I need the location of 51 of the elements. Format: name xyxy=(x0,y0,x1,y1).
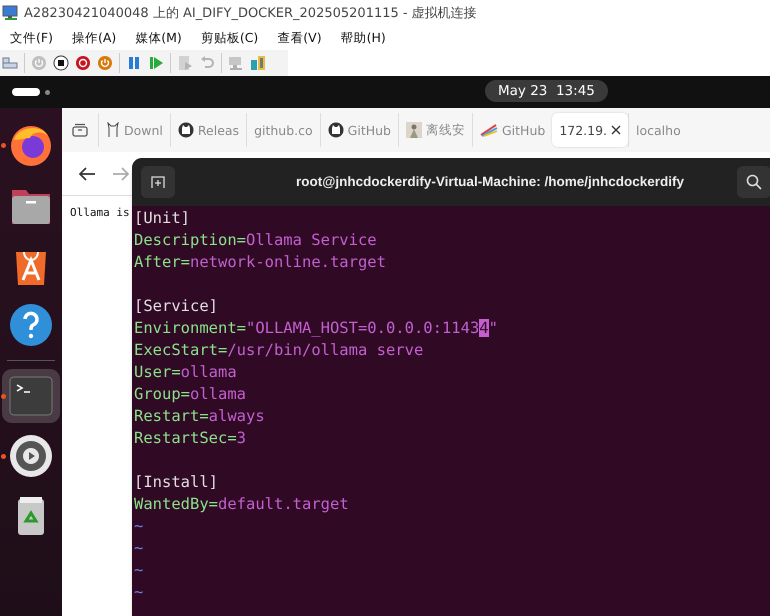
browser-tab[interactable]: 172.19. xyxy=(552,113,628,147)
close-icon[interactable] xyxy=(611,125,622,135)
keyboard-icon[interactable] xyxy=(2,55,18,71)
activities-indicator[interactable] xyxy=(10,86,52,98)
menu-item[interactable]: 文件(F) xyxy=(10,30,53,46)
cat-icon xyxy=(328,122,344,138)
section-header: [Install] xyxy=(134,473,218,491)
search-button[interactable] xyxy=(737,166,770,198)
config-line: Environment="OLLAMA_HOST=0.0.0.0:11434" xyxy=(134,319,498,337)
terminal-dock-button[interactable] xyxy=(2,369,60,423)
share-icon[interactable] xyxy=(250,55,266,71)
empty-line-marker: ~ xyxy=(134,583,144,601)
terminal-title: root@jnhcdockerdify-Virtual-Machine: /home/jnhcdockerdify xyxy=(296,174,684,189)
config-line: Restart=always xyxy=(134,407,265,425)
config-line: WantedBy=default.target xyxy=(134,495,349,513)
figure-icon xyxy=(406,122,422,138)
empty-line-marker: ~ xyxy=(134,539,144,557)
menu-item[interactable]: 操作(A) xyxy=(72,30,116,46)
computer-icon xyxy=(2,5,20,21)
config-line: After=network-online.target xyxy=(134,253,386,271)
config-line: User=ollama xyxy=(134,363,237,381)
section-header: [Unit] xyxy=(134,209,190,227)
new-tab-icon xyxy=(151,175,165,189)
reset-icon[interactable] xyxy=(148,55,164,71)
llama-icon xyxy=(106,122,120,138)
config-line: Description=Ollama Service xyxy=(134,231,377,249)
empty-line-marker: ~ xyxy=(134,561,144,579)
menu-item[interactable]: 查看(V) xyxy=(277,30,322,46)
turn-off-icon[interactable] xyxy=(53,55,69,71)
search-icon xyxy=(746,174,762,190)
rainbow-icon xyxy=(480,123,498,137)
pause-icon[interactable] xyxy=(126,55,142,71)
menu-item[interactable]: 帮助(H) xyxy=(340,30,386,46)
config-line: RestartSec=3 xyxy=(134,429,246,447)
page-text: Ollama is xyxy=(70,206,130,219)
help-icon xyxy=(8,302,54,348)
new-tab-button[interactable] xyxy=(141,166,175,198)
section-header: [Service] xyxy=(134,297,218,315)
cat-icon xyxy=(178,122,194,138)
clock[interactable]: May 23 13:45 xyxy=(485,80,608,102)
menu-item[interactable]: 剪贴板(C) xyxy=(200,30,258,46)
save-icon[interactable] xyxy=(97,55,113,71)
settings-icon xyxy=(8,433,54,479)
config-line: ExecStart=/usr/bin/ollama serve xyxy=(134,341,424,359)
back-icon[interactable] xyxy=(78,166,96,182)
shut-down-icon[interactable] xyxy=(75,55,91,71)
tab-overview-icon[interactable] xyxy=(72,123,88,137)
menu-item[interactable]: 媒体(M) xyxy=(135,30,182,46)
empty-line-marker: ~ xyxy=(134,517,144,535)
window-title: A28230421040048 上的 AI_DIFY_DOCKER_202505201115 - 虚拟机连接 xyxy=(24,5,477,22)
config-line: Group=ollama xyxy=(134,385,246,403)
